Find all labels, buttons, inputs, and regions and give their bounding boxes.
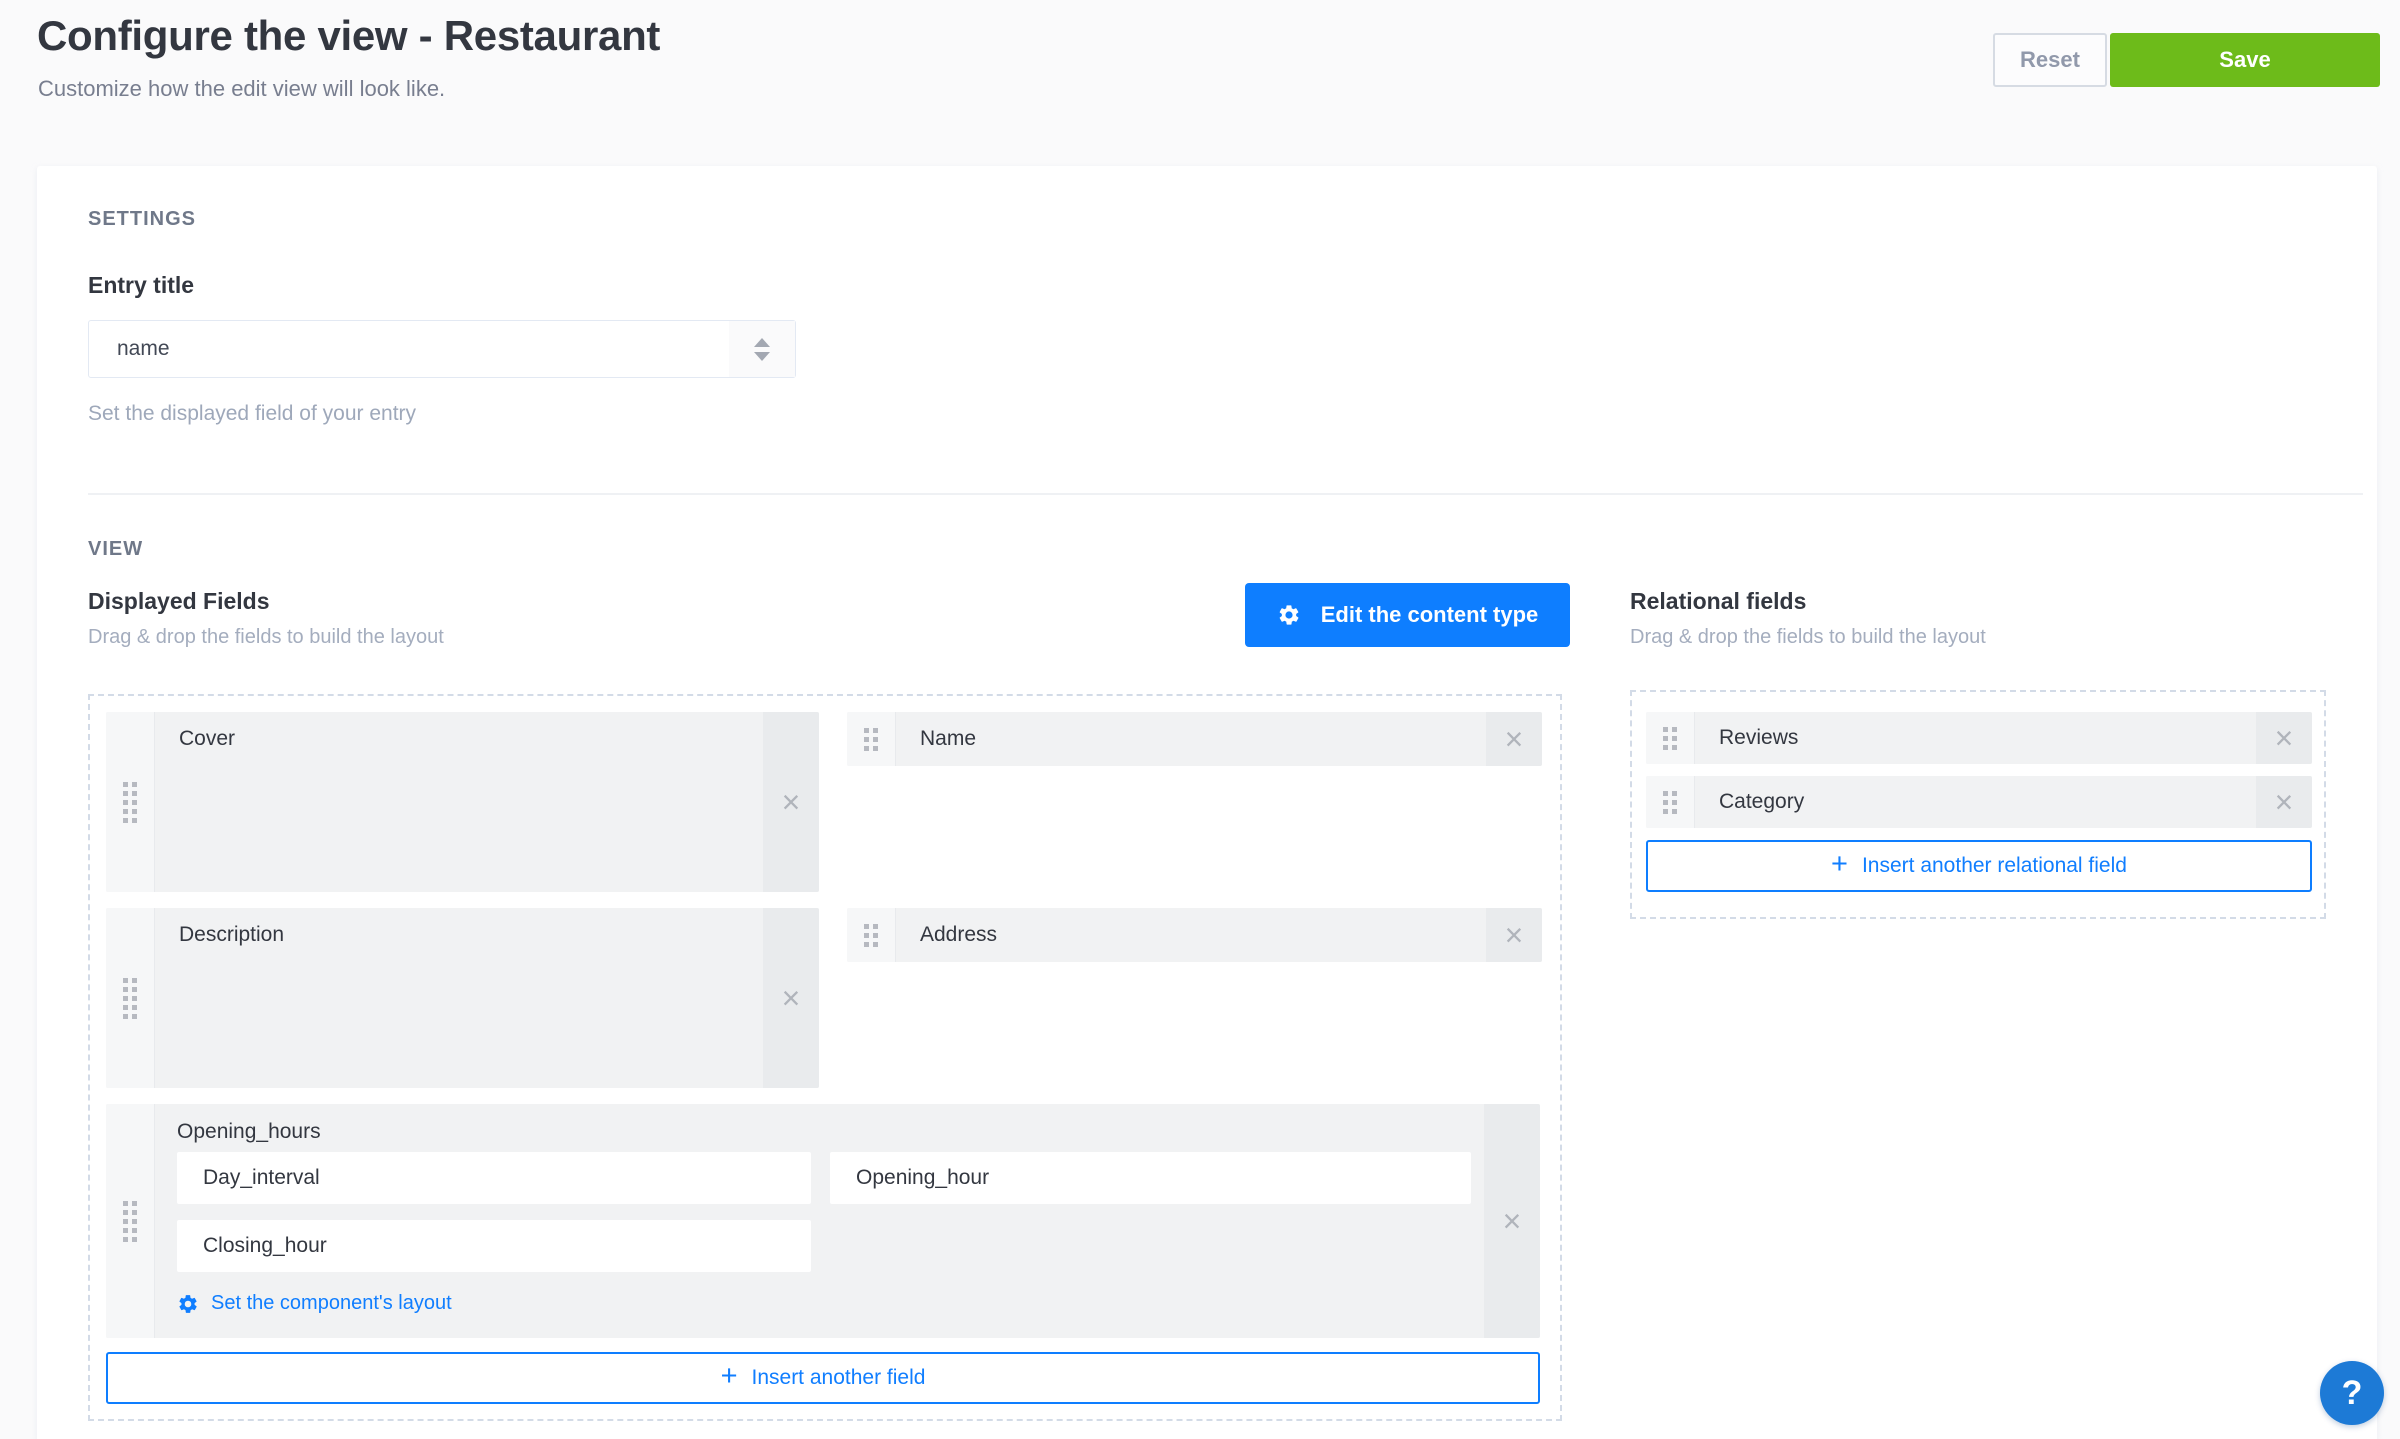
main-card: SETTINGS Entry title name Set the displa… (37, 166, 2377, 1439)
field-box-name[interactable]: Name × (847, 712, 1542, 766)
component-subfield-closing-hour[interactable]: Closing_hour (177, 1220, 811, 1272)
field-label: Cover (155, 712, 763, 892)
entry-title-select-value: name (89, 321, 729, 377)
field-box-description[interactable]: Description × (106, 908, 819, 1088)
select-arrows-icon[interactable] (729, 321, 795, 377)
remove-field-button[interactable]: × (763, 712, 819, 892)
grip-dots-icon (123, 1201, 137, 1242)
field-box-cover[interactable]: Cover × (106, 712, 819, 892)
field-label: Name (896, 712, 1486, 766)
grip-dots-icon (1663, 791, 1677, 814)
remove-field-button[interactable]: × (2256, 712, 2312, 764)
set-component-layout-label: Set the component's layout (211, 1292, 452, 1315)
edit-content-type-button[interactable]: Edit the content type (1245, 583, 1570, 647)
remove-field-button[interactable]: × (1486, 712, 1542, 766)
entry-title-help-text: Set the displayed field of your entry (88, 402, 416, 426)
component-subfield-day-interval[interactable]: Day_interval (177, 1152, 811, 1204)
arrow-up-icon (754, 338, 770, 347)
view-section-label: VIEW (88, 538, 143, 561)
entry-title-select[interactable]: name (88, 320, 796, 378)
relational-field-reviews[interactable]: Reviews × (1646, 712, 2312, 764)
field-label: Category (1695, 776, 2256, 828)
page-subtitle: Customize how the edit view will look li… (38, 76, 445, 102)
insert-another-relational-field-label: Insert another relational field (1862, 854, 2127, 878)
drag-handle[interactable] (847, 712, 896, 766)
field-label: Description (155, 908, 763, 1088)
drag-handle[interactable] (1646, 712, 1695, 764)
plus-icon: + (1831, 850, 1848, 879)
displayed-fields-subtitle: Drag & drop the fields to build the layo… (88, 626, 444, 649)
arrow-down-icon (754, 352, 770, 361)
insert-another-relational-field-button[interactable]: + Insert another relational field (1646, 840, 2312, 892)
section-divider (88, 493, 2363, 495)
remove-field-button[interactable]: × (1486, 908, 1542, 962)
drag-handle[interactable] (106, 712, 155, 892)
field-label: Reviews (1695, 712, 2256, 764)
gear-icon (1277, 603, 1301, 627)
displayed-fields-title: Displayed Fields (88, 588, 270, 615)
component-content: Opening_hours Day_interval Opening_hour … (155, 1104, 1484, 1338)
remove-field-button[interactable]: × (1484, 1104, 1540, 1338)
drag-handle[interactable] (847, 908, 896, 962)
field-label: Address (896, 908, 1486, 962)
drag-handle[interactable] (106, 1104, 155, 1338)
edit-content-type-label: Edit the content type (1321, 602, 1539, 628)
component-box-opening-hours[interactable]: Opening_hours Day_interval Opening_hour … (106, 1104, 1540, 1338)
drag-handle[interactable] (106, 908, 155, 1088)
set-component-layout-link[interactable]: Set the component's layout (177, 1292, 452, 1315)
grip-dots-icon (123, 978, 137, 1019)
gear-icon (177, 1293, 199, 1315)
reset-button[interactable]: Reset (1993, 33, 2107, 87)
component-label: Opening_hours (177, 1120, 321, 1144)
grip-dots-icon (1663, 727, 1677, 750)
configure-view-page: Configure the view - Restaurant Customiz… (0, 0, 2400, 1439)
relational-fields-subtitle: Drag & drop the fields to build the layo… (1630, 626, 1986, 649)
save-button[interactable]: Save (2110, 33, 2380, 87)
plus-icon: + (721, 1362, 738, 1391)
settings-section-label: SETTINGS (88, 208, 196, 231)
component-subfield-opening-hour[interactable]: Opening_hour (830, 1152, 1471, 1204)
grip-dots-icon (864, 924, 878, 947)
grip-dots-icon (123, 782, 137, 823)
relational-field-category[interactable]: Category × (1646, 776, 2312, 828)
drag-handle[interactable] (1646, 776, 1695, 828)
remove-field-button[interactable]: × (2256, 776, 2312, 828)
insert-another-field-button[interactable]: + Insert another field (106, 1352, 1540, 1404)
displayed-fields-dropzone: Cover × Name × Description × Address × (88, 694, 1562, 1421)
remove-field-button[interactable]: × (763, 908, 819, 1088)
grip-dots-icon (864, 728, 878, 751)
relational-fields-dropzone: Reviews × Category × + Insert another re… (1630, 690, 2326, 919)
help-button[interactable]: ? (2320, 1361, 2384, 1425)
field-box-address[interactable]: Address × (847, 908, 1542, 962)
page-title: Configure the view - Restaurant (37, 12, 660, 60)
insert-another-field-label: Insert another field (752, 1366, 926, 1390)
relational-fields-title: Relational fields (1630, 588, 1806, 615)
entry-title-label: Entry title (88, 272, 194, 299)
